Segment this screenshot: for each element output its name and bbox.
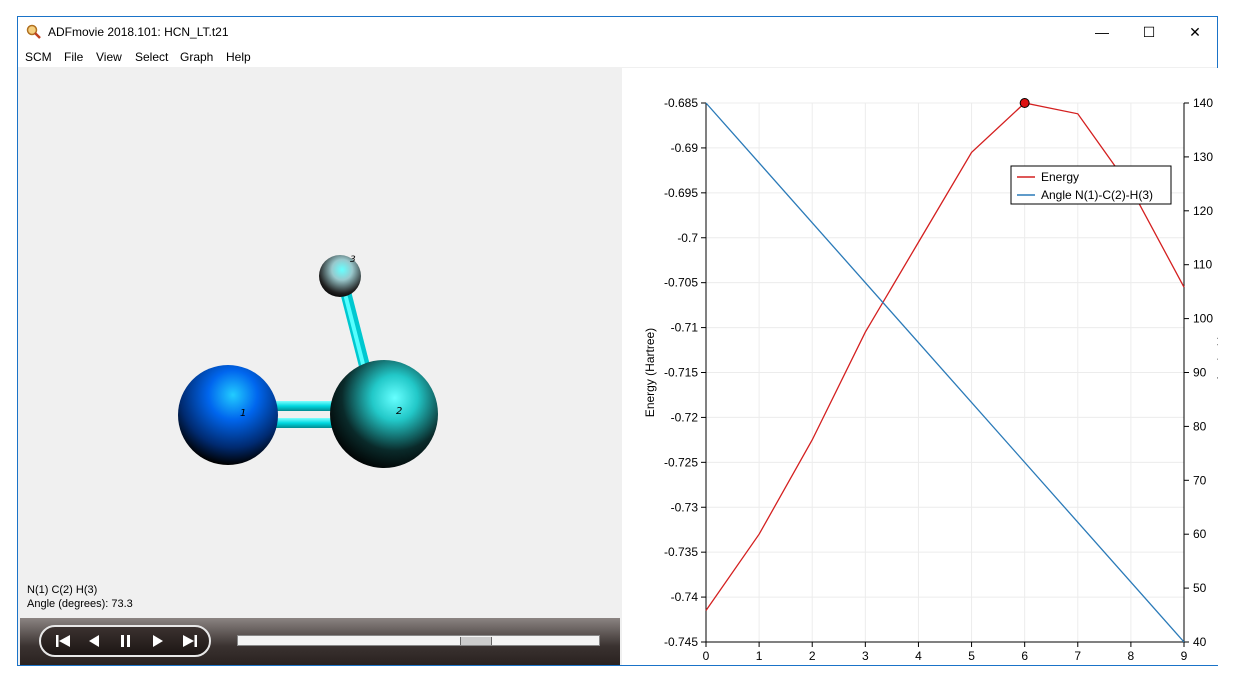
menu-scm[interactable]: SCM xyxy=(25,50,52,64)
app-window: ADFmovie 2018.101: HCN_LT.t21 — ☐ ✕ SCM … xyxy=(17,16,1218,666)
y-tick-label: -0.72 xyxy=(671,410,699,424)
menu-bar: SCM File View Select Graph Help xyxy=(18,47,1217,67)
menu-file[interactable]: File xyxy=(64,50,83,64)
playback-bar xyxy=(20,618,620,665)
maximize-button[interactable]: ☐ xyxy=(1126,17,1172,47)
frame-slider-thumb[interactable] xyxy=(460,637,492,645)
menu-graph[interactable]: Graph xyxy=(180,50,213,64)
atom-c2[interactable] xyxy=(330,360,438,468)
menu-view[interactable]: View xyxy=(96,50,122,64)
y2-tick-label: 80 xyxy=(1193,419,1207,433)
y-tick-label: -0.715 xyxy=(664,366,698,380)
y-tick-label: -0.7 xyxy=(677,231,698,245)
y2-tick-label: 100 xyxy=(1193,312,1213,326)
y-tick-label: -0.735 xyxy=(664,545,698,559)
x-axis-label: (Frame number) xyxy=(902,664,989,665)
energy-graph[interactable]: 0 1 2 3 4 5 6 7 8 9 -0.685 -0.69 -0.695 -0.7 -0.705 -0.… xyxy=(622,68,1218,665)
y2-axis-label: Angle (°) xyxy=(1215,335,1218,382)
skip-first-icon[interactable] xyxy=(51,632,75,650)
pause-icon[interactable] xyxy=(114,632,138,650)
x-tick-label: 0 xyxy=(703,649,710,663)
y-axis-label: Energy (Hartree) xyxy=(643,328,657,417)
app-magnifier-icon xyxy=(26,24,41,39)
y2-tick-label: 40 xyxy=(1193,635,1207,649)
skip-last-icon[interactable] xyxy=(178,632,202,650)
x-tick-label: 7 xyxy=(1074,649,1081,663)
y2-tick-label: 110 xyxy=(1193,258,1212,272)
atom-n1[interactable] xyxy=(178,365,278,465)
y-tick-label: -0.695 xyxy=(664,186,698,200)
y2-tick-label: 70 xyxy=(1193,473,1207,487)
y2-tick-label: 50 xyxy=(1193,581,1207,595)
y-tick-label: -0.71 xyxy=(671,321,699,335)
window-title: ADFmovie 2018.101: HCN_LT.t21 xyxy=(48,25,229,39)
x-tick-label: 3 xyxy=(862,649,869,663)
minimize-button[interactable]: — xyxy=(1079,17,1125,47)
x-tick-label: 1 xyxy=(756,649,763,663)
x-tick-label: 4 xyxy=(915,649,922,663)
molecule-viewer[interactable]: 1 2 3 N(1) C(2) H(3) Angle (degrees): 73… xyxy=(20,68,620,618)
y-tick-label: -0.74 xyxy=(671,590,699,604)
atom-label-2: 2 xyxy=(396,406,402,417)
y2-tick-label: 90 xyxy=(1193,366,1207,380)
y-tick-label: -0.73 xyxy=(671,500,699,514)
frame-slider[interactable] xyxy=(237,635,600,646)
x-tick-label: 9 xyxy=(1181,649,1188,663)
x-tick-label: 2 xyxy=(809,649,816,663)
y2-tick-label: 130 xyxy=(1193,150,1213,164)
close-button[interactable]: ✕ xyxy=(1172,17,1218,47)
molecule-canvas[interactable]: 1 2 3 xyxy=(20,68,620,618)
energy-current-point xyxy=(1019,98,1030,108)
legend-entry: Energy xyxy=(1041,170,1079,184)
y-tick-label: -0.725 xyxy=(664,455,698,469)
title-bar: ADFmovie 2018.101: HCN_LT.t21 — ☐ ✕ xyxy=(18,17,1217,47)
y2-tick-label: 140 xyxy=(1193,96,1213,110)
step-back-icon[interactable] xyxy=(82,632,106,650)
x-tick-label: 5 xyxy=(968,649,975,663)
step-forward-icon[interactable] xyxy=(146,632,170,650)
playback-controls xyxy=(39,625,211,657)
x-tick-label: 8 xyxy=(1128,649,1135,663)
y-tick-label: -0.705 xyxy=(664,276,698,290)
legend-entry: Angle N(1)-C(2)-H(3) xyxy=(1041,188,1153,202)
measure-angle: Angle (degrees): 73.3 xyxy=(27,598,133,610)
y-tick-label: -0.685 xyxy=(664,96,698,110)
atom-label-3: 3 xyxy=(350,255,356,265)
x-tick-label: 6 xyxy=(1021,649,1028,663)
menu-select[interactable]: Select xyxy=(135,50,168,64)
atom-label-1: 1 xyxy=(240,408,246,419)
y2-tick-label: 60 xyxy=(1193,527,1207,541)
y-tick-label: -0.69 xyxy=(671,141,699,155)
menu-help[interactable]: Help xyxy=(226,50,251,64)
chart-svg: 0 1 2 3 4 5 6 7 8 9 -0.685 -0.69 -0.695 -0.7 -0.705 -0.… xyxy=(643,96,1218,665)
y-tick-label: -0.745 xyxy=(664,635,698,649)
y2-tick-label: 120 xyxy=(1193,204,1213,218)
measure-atoms: N(1) C(2) H(3) xyxy=(27,584,98,596)
